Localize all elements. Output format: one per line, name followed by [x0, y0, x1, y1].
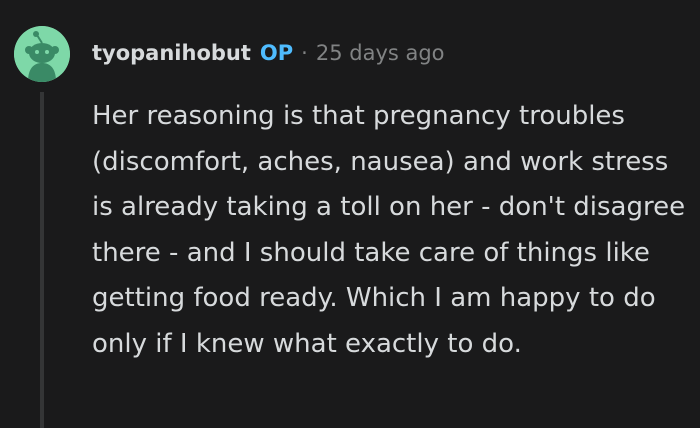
op-badge: OP	[259, 41, 294, 65]
comment: tyopanihobut OP · 25 days ago Her reason…	[0, 0, 700, 428]
comment-header: tyopanihobut OP · 25 days ago	[92, 38, 445, 68]
meta-separator: ·	[301, 41, 308, 65]
username-link[interactable]: tyopanihobut	[92, 41, 251, 65]
avatar[interactable]	[14, 26, 70, 82]
thread-line[interactable]	[40, 92, 44, 428]
snoo-avatar-icon	[14, 26, 70, 82]
timestamp[interactable]: 25 days ago	[316, 41, 445, 65]
comment-body: Her reasoning is that pregnancy troubles…	[92, 94, 688, 367]
comment-body-text: Her reasoning is that pregnancy troubles…	[92, 101, 686, 359]
